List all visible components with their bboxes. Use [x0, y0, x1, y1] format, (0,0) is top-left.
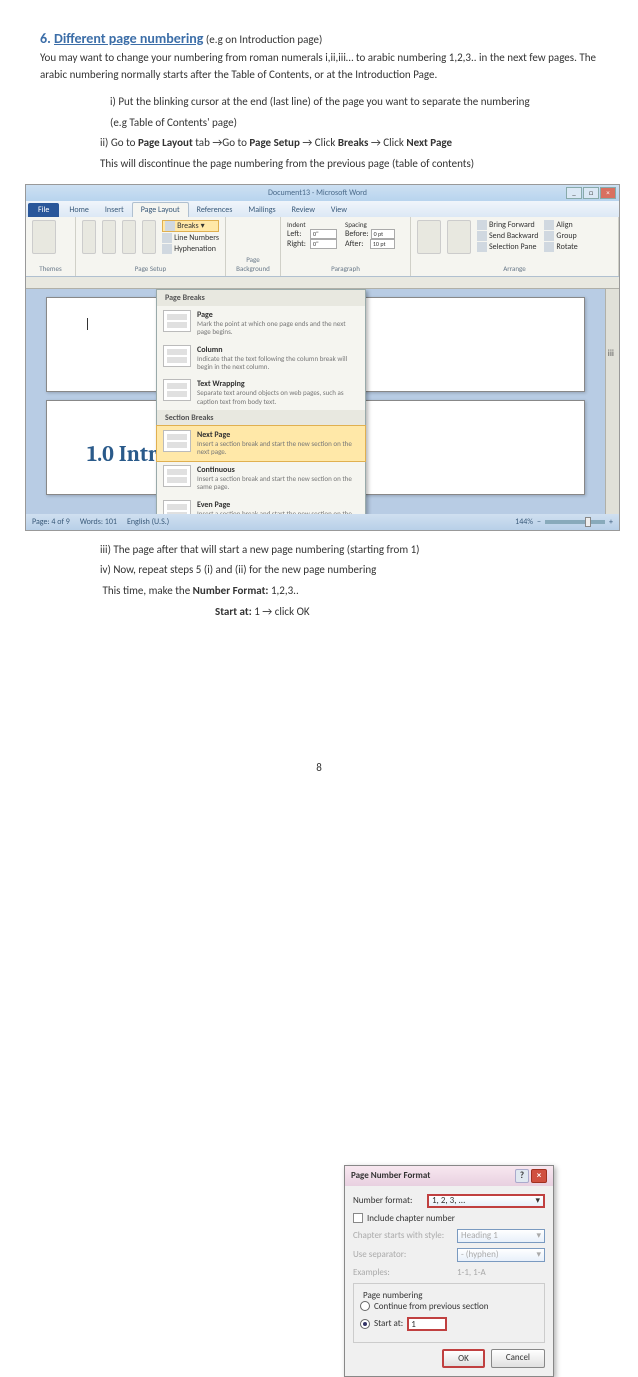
- text-wrapping-break-icon: [163, 379, 191, 401]
- step-i: i) Put the blinking cursor at the end (l…: [110, 93, 598, 112]
- include-chapter-checkbox[interactable]: [353, 1213, 363, 1223]
- tab-page-layout[interactable]: Page Layout: [132, 202, 189, 217]
- breaks-dropdown: Page Breaks PageMark the point at which …: [156, 289, 366, 514]
- themes-button[interactable]: [32, 220, 56, 254]
- cancel-button[interactable]: Cancel: [491, 1349, 545, 1368]
- word-screenshot: Document13 - Microsoft Word _ □ × File H…: [25, 184, 620, 531]
- page-number-format-dialog: Page Number Format ? × Number format: 1,…: [344, 1165, 554, 1377]
- margins-button[interactable]: [82, 220, 96, 254]
- close-icon[interactable]: ×: [600, 187, 616, 199]
- word-title: Document13 - Microsoft Word: [69, 188, 566, 198]
- position-button[interactable]: [417, 220, 441, 254]
- align-button[interactable]: Align: [544, 220, 577, 230]
- minimize-icon[interactable]: _: [566, 187, 582, 199]
- break-column[interactable]: ColumnIndicate that the text following t…: [157, 341, 365, 376]
- spacing-before-input[interactable]: 0 pt: [371, 229, 395, 239]
- step-iv: iv) Now, repeat steps 5 (i) and (ii) for…: [100, 561, 598, 580]
- tab-review[interactable]: Review: [284, 203, 323, 217]
- status-page[interactable]: Page: 4 of 9: [32, 517, 70, 527]
- indent-right-input[interactable]: 0": [310, 239, 337, 249]
- break-next-page[interactable]: Next PageInsert a section break and star…: [156, 425, 366, 462]
- orientation-button[interactable]: [102, 220, 116, 254]
- status-words[interactable]: Words: 101: [80, 517, 117, 527]
- group-button[interactable]: Group: [544, 231, 577, 241]
- document-area: iii 1.0 Introduction Page Breaks PageMar…: [26, 289, 619, 514]
- tab-home[interactable]: Home: [61, 203, 97, 217]
- status-bar: Page: 4 of 9 Words: 101 English (U.S.) 1…: [26, 514, 619, 530]
- columns-button[interactable]: [142, 220, 156, 254]
- intro-paragraph: You may want to change your numbering fr…: [40, 50, 598, 83]
- ok-button[interactable]: OK: [442, 1349, 485, 1368]
- tab-insert[interactable]: Insert: [97, 203, 132, 217]
- continue-radio[interactable]: [360, 1301, 370, 1311]
- step-iii: iii) The page after that will start a ne…: [100, 541, 598, 560]
- tab-mailings[interactable]: Mailings: [240, 203, 283, 217]
- tab-references[interactable]: References: [189, 203, 241, 217]
- maximize-icon[interactable]: □: [583, 187, 599, 199]
- next-page-break-icon: [163, 430, 191, 452]
- even-page-break-icon: [163, 500, 191, 514]
- chapter-style-select: Heading 1▾: [457, 1229, 545, 1243]
- ribbon-tabs: File Home Insert Page Layout References …: [26, 201, 619, 217]
- hyphenation-button[interactable]: Hyphenation: [162, 244, 219, 254]
- indent-left-input[interactable]: 0": [310, 229, 337, 239]
- number-format-select[interactable]: 1, 2, 3, ...▾: [427, 1194, 545, 1208]
- start-at-radio[interactable]: [360, 1319, 370, 1329]
- tab-file[interactable]: File: [28, 203, 59, 217]
- page-break-icon: [163, 310, 191, 332]
- break-continuous[interactable]: ContinuousInsert a section break and sta…: [157, 461, 365, 496]
- wrap-text-button[interactable]: [447, 220, 471, 254]
- separator-select: - (hyphen)▾: [457, 1248, 545, 1262]
- section-heading: 6. Different page numbering (e.g on Intr…: [40, 30, 598, 47]
- break-text-wrapping[interactable]: Text WrappingSeparate text around object…: [157, 375, 365, 410]
- dialog-titlebar: Page Number Format ? ×: [345, 1166, 553, 1186]
- close-icon[interactable]: ×: [531, 1169, 547, 1183]
- line-numbers-button[interactable]: Line Numbers: [162, 233, 219, 243]
- help-icon[interactable]: ?: [515, 1169, 529, 1183]
- continuous-break-icon: [163, 465, 191, 487]
- zoom-slider[interactable]: [545, 520, 605, 524]
- column-break-icon: [163, 345, 191, 367]
- ruler: [26, 277, 619, 289]
- rotate-button[interactable]: Rotate: [544, 242, 577, 252]
- size-button[interactable]: [122, 220, 136, 254]
- step-iv-note: This time, make the Number Format: 1,2,3…: [100, 582, 598, 601]
- step-ii: ii) Go to Page Layout tab →Go to Page Se…: [100, 134, 598, 153]
- send-backward-button[interactable]: Send Backward: [477, 231, 538, 241]
- word-titlebar: Document13 - Microsoft Word _ □ ×: [26, 185, 619, 201]
- tab-view[interactable]: View: [323, 203, 355, 217]
- start-at-input[interactable]: 1: [407, 1317, 447, 1331]
- step-ii-after: This will discontinue the page numbering…: [100, 155, 598, 174]
- break-even-page[interactable]: Even PageInsert a section break and star…: [157, 496, 365, 514]
- status-lang[interactable]: English (U.S.): [127, 517, 169, 527]
- step-i-note: (e.g Table of Contents' page): [110, 114, 598, 133]
- status-zoom[interactable]: 144%: [515, 517, 533, 527]
- ribbon: Themes Breaks ▾ Line Numbers Hyphenation…: [26, 217, 619, 277]
- spacing-after-input[interactable]: 10 pt: [370, 239, 395, 249]
- bring-forward-button[interactable]: Bring Forward: [477, 220, 538, 230]
- breaks-button[interactable]: Breaks ▾: [162, 220, 219, 232]
- step-start: Start at: 1 → click OK: [215, 603, 598, 622]
- selection-pane-button[interactable]: Selection Pane: [477, 242, 538, 252]
- vertical-scrollbar[interactable]: [605, 289, 619, 514]
- page-number: 8: [40, 761, 598, 774]
- break-page[interactable]: PageMark the point at which one page end…: [157, 306, 365, 341]
